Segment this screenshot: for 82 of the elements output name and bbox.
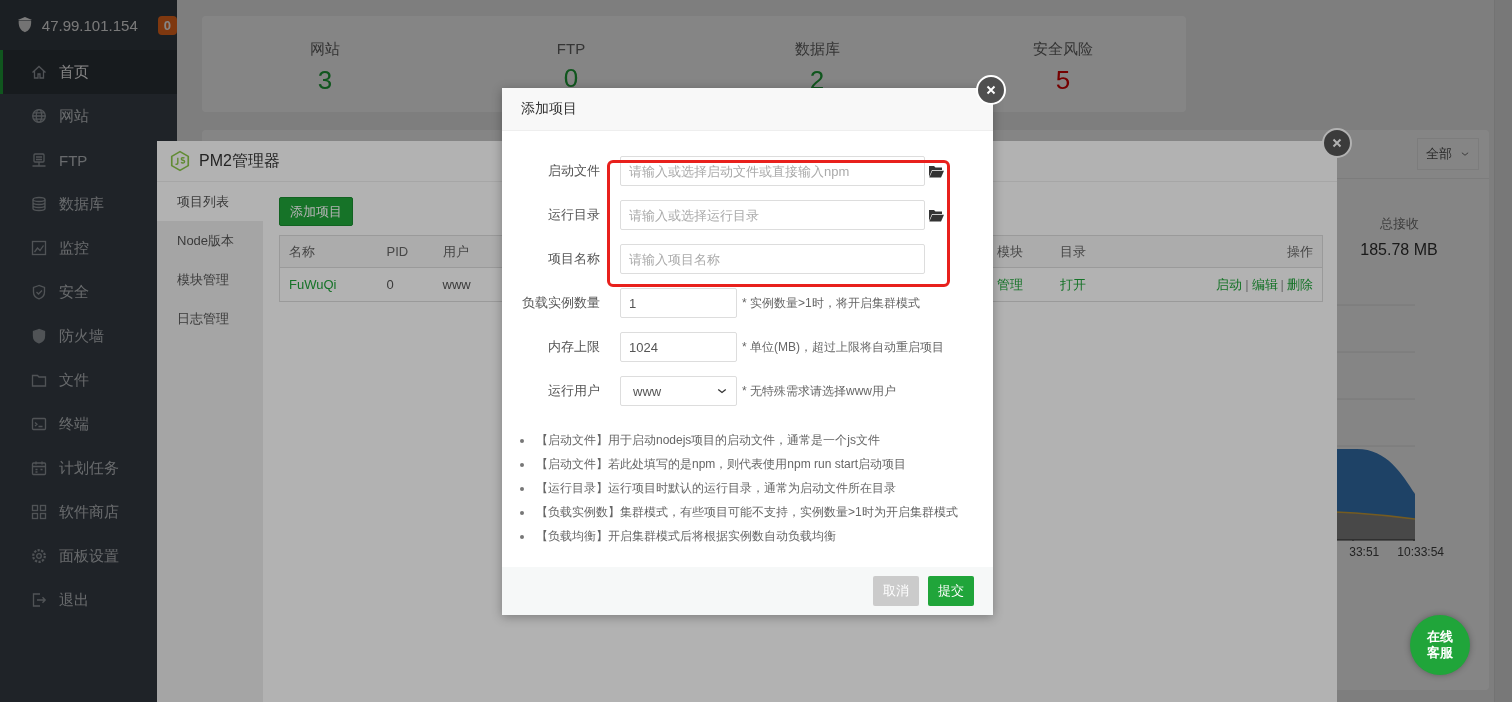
- input-field[interactable]: 请输入或选择运行目录: [620, 200, 925, 230]
- stat-label: FTP: [556, 40, 586, 57]
- input-field[interactable]: 1024: [620, 332, 737, 362]
- database-icon: [31, 196, 47, 212]
- grid-icon: [31, 504, 47, 520]
- tab[interactable]: 日志管理: [157, 299, 263, 338]
- bullet-dot: [520, 534, 524, 539]
- field-label: 负载实例数量: [521, 294, 600, 312]
- field-label: 内存上限: [547, 338, 600, 356]
- action-link[interactable]: 启动: [1216, 276, 1243, 292]
- submit-button[interactable]: 提交: [928, 576, 974, 606]
- action-link[interactable]: 编辑: [1251, 276, 1278, 292]
- input-field[interactable]: 1: [620, 288, 737, 318]
- column-header: PID: [377, 235, 434, 268]
- shield-icon: [31, 328, 47, 344]
- server-address: 47.99.101.154: [41, 16, 138, 34]
- axis-label: 33:51: [1349, 545, 1380, 559]
- field-label: 运行目录: [547, 206, 600, 224]
- tab[interactable]: 项目列表: [157, 182, 263, 221]
- separator: |: [1279, 276, 1285, 292]
- bullet-dot: [520, 510, 524, 515]
- bullet-dot: [520, 462, 524, 467]
- stat-value[interactable]: 3: [317, 65, 333, 96]
- stat-label: 数据库: [794, 40, 840, 59]
- stat-label: 安全风险: [1033, 40, 1093, 59]
- stat-label: 总接收: [1379, 215, 1419, 233]
- table-link[interactable]: FuWuQi: [289, 277, 337, 292]
- stat-value: 185.78 MB: [1360, 241, 1438, 259]
- field-hint: * 实例数量>1时，将开启集群模式: [742, 294, 920, 312]
- field-label: 项目名称: [547, 250, 600, 268]
- globe-icon: [31, 108, 47, 124]
- column-header: 目录: [1050, 235, 1150, 268]
- chart-icon: [31, 240, 47, 256]
- action-link[interactable]: 删除: [1287, 276, 1313, 292]
- input-field[interactable]: 请输入项目名称: [620, 244, 925, 274]
- table-cell: www: [442, 277, 471, 292]
- shield-icon: [31, 284, 47, 300]
- field-hint: * 单位(MB)，超过上限将自动重启项目: [742, 338, 944, 356]
- gear-icon: [31, 548, 47, 564]
- folder-icon[interactable]: [929, 164, 944, 178]
- calendar-icon: [31, 460, 47, 476]
- logout-icon: [31, 592, 47, 608]
- field-label: 运行用户: [547, 382, 600, 400]
- user-dropdown[interactable]: www: [620, 376, 737, 406]
- nav-item[interactable]: 网站: [0, 94, 177, 138]
- help-note: 【启动文件】用于启动nodejs项目的启动文件，通常是一个js文件: [536, 432, 881, 449]
- field-label: 启动文件: [547, 162, 600, 180]
- add-project-button[interactable]: 添加项目: [279, 197, 353, 226]
- caret-icon: [1460, 149, 1470, 159]
- window-title: PM2管理器: [199, 150, 280, 171]
- notification-badge[interactable]: 0: [157, 15, 177, 35]
- bullet-dot: [520, 486, 524, 491]
- stat-value[interactable]: 5: [1055, 65, 1071, 96]
- home-icon: [31, 64, 47, 80]
- help-note: 【运行目录】运行项目时默认的运行目录，通常为启动文件所在目录: [536, 480, 896, 497]
- stat-label: 网站: [310, 40, 340, 59]
- tab[interactable]: Node版本: [157, 221, 263, 260]
- help-note: 【启动文件】若此处填写的是npm，则代表使用npm run start启动项目: [536, 456, 907, 473]
- column-header: 操作: [1149, 235, 1323, 268]
- separator: |: [1244, 276, 1250, 292]
- close-icon: [984, 83, 998, 97]
- bullet-dot: [520, 438, 524, 443]
- field-hint: * 无特殊需求请选择www用户: [742, 382, 896, 400]
- column-header: 名称: [279, 235, 378, 268]
- help-note: 【负载均衡】开启集群模式后将根据实例数自动负载均衡: [536, 528, 836, 545]
- tab[interactable]: 模块管理: [157, 260, 263, 299]
- js-icon: [169, 150, 191, 172]
- folder-icon: [31, 372, 47, 388]
- table-link[interactable]: 打开: [1059, 276, 1086, 292]
- table-link[interactable]: 管理: [996, 276, 1023, 292]
- folder-icon[interactable]: [929, 208, 944, 222]
- table-cell: 0: [386, 277, 394, 292]
- server-icon: [31, 152, 47, 168]
- axis-label: 10:33:54: [1397, 545, 1444, 559]
- close-icon: [1330, 136, 1344, 150]
- help-note: 【负载实例数】集群模式，有些项目可能不支持，实例数量>1时为开启集群模式: [536, 504, 958, 521]
- terminal-icon: [31, 416, 47, 432]
- nav-item[interactable]: 首页: [0, 50, 177, 94]
- close-button[interactable]: [1322, 128, 1352, 158]
- dialog-title: 添加项目: [502, 88, 993, 131]
- logo-icon: [16, 15, 34, 35]
- filter-dropdown[interactable]: 全部: [1417, 138, 1479, 170]
